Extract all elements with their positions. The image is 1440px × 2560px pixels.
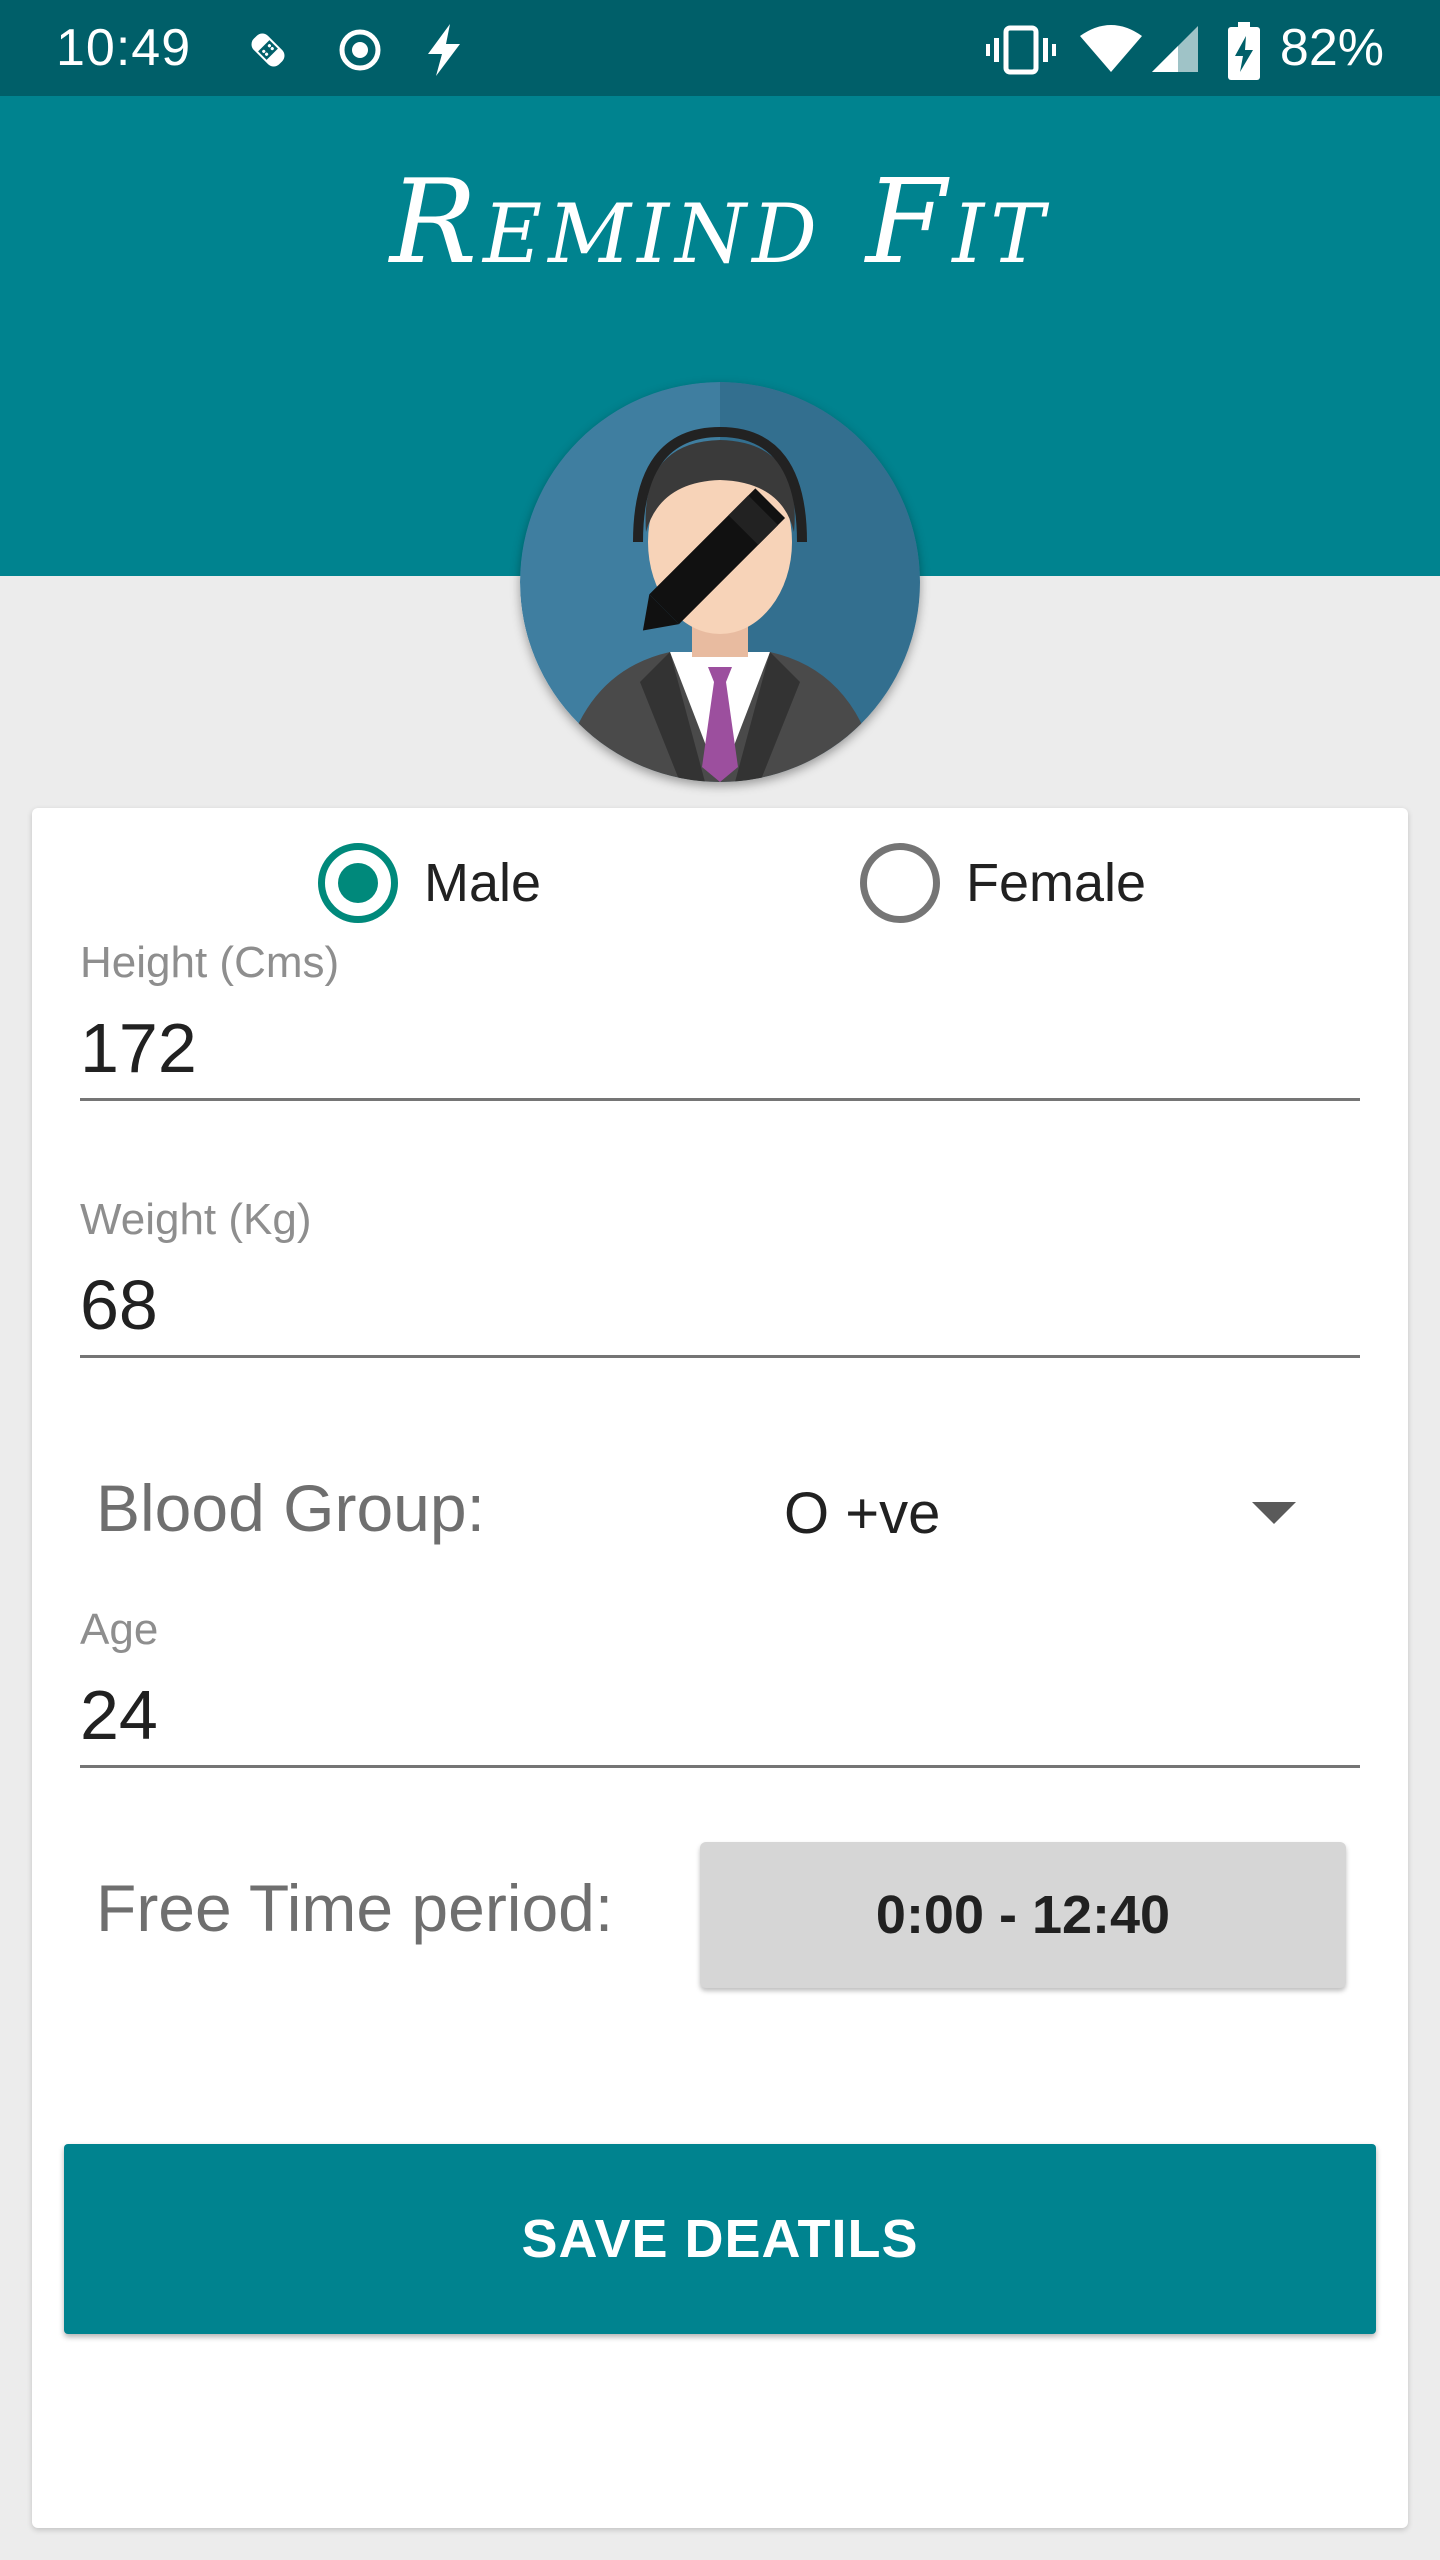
battery-percent: 82%: [1279, 19, 1384, 77]
weight-field: Weight (Kg): [80, 1195, 1360, 1358]
record-icon: [334, 22, 386, 83]
weight-label: Weight (Kg): [80, 1195, 312, 1244]
blood-group-value: O +ve: [784, 1481, 941, 1546]
height-label: Height (Cms): [80, 938, 340, 987]
radio-female-label: Female: [966, 853, 1147, 913]
age-field: Age: [80, 1605, 1360, 1768]
status-bar: 10:49 82%: [0, 0, 1440, 96]
male-avatar-icon: [520, 382, 920, 782]
age-underline: [80, 1765, 1360, 1768]
save-details-button[interactable]: SAVE DEATILS: [64, 2144, 1376, 2334]
weight-input[interactable]: [80, 1255, 1360, 1355]
radio-male-label: Male: [424, 853, 542, 913]
free-time-button[interactable]: 0:00 - 12:40: [700, 1842, 1346, 1988]
age-label: Age: [80, 1605, 159, 1654]
app-title: Remind Fit: [389, 155, 1051, 290]
radio-female-button[interactable]: [860, 843, 940, 923]
wifi-icon: [1078, 22, 1144, 83]
height-underline: [80, 1098, 1360, 1101]
status-time: 10:49: [56, 19, 192, 77]
height-input[interactable]: [80, 998, 1360, 1098]
radio-male-button[interactable]: [318, 843, 398, 923]
height-field: Height (Cms): [80, 938, 1360, 1101]
signal-icon: [1150, 22, 1202, 83]
age-input[interactable]: [80, 1665, 1360, 1765]
flash-icon: [420, 22, 468, 83]
dropdown-arrow-icon: [1252, 1502, 1296, 1524]
battery-charging-icon: [1226, 22, 1262, 87]
profile-avatar[interactable]: [520, 382, 920, 782]
blood-group-label: Blood Group:: [96, 1471, 485, 1545]
blood-group-dropdown[interactable]: O +ve: [732, 1458, 1352, 1568]
profile-form-card: Male Female Height (Cms) Weight (Kg) Blo…: [32, 808, 1408, 2528]
radio-male[interactable]: Male: [318, 838, 541, 928]
vibrate-icon: [986, 22, 1056, 83]
weight-underline: [80, 1355, 1360, 1358]
bandage-icon: [240, 22, 296, 83]
radio-female[interactable]: Female: [860, 838, 1146, 928]
gender-radio-group: Male Female: [32, 838, 1408, 928]
free-time-label: Free Time period:: [96, 1871, 614, 1945]
